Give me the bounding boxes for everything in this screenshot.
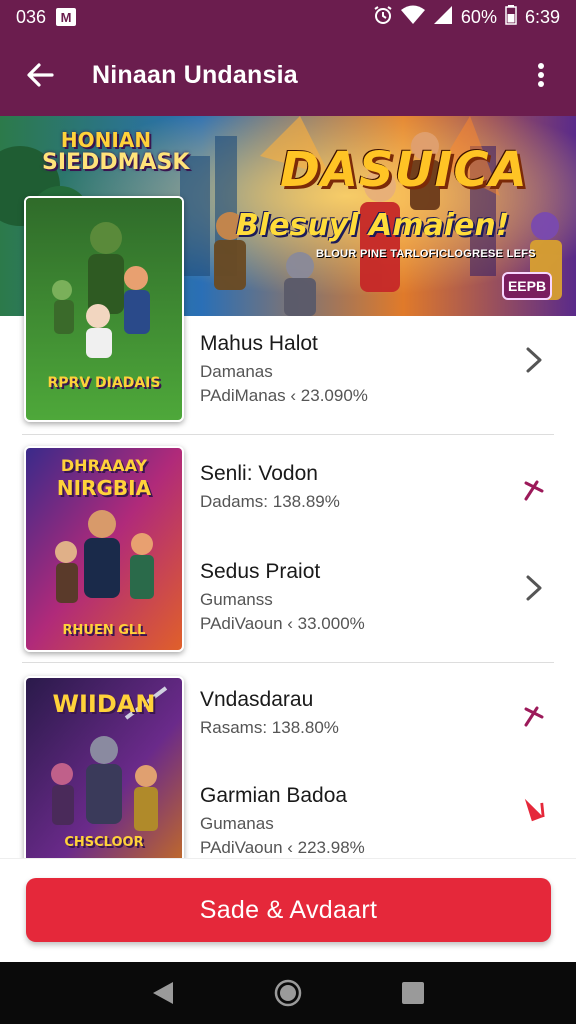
- item-meta: PAdiVaoun ‹ 33.000%: [200, 614, 365, 633]
- chevron-down-icon: [522, 474, 546, 506]
- nav-home-icon: [274, 979, 302, 1007]
- nav-recents-button[interactable]: [393, 973, 433, 1013]
- item-title: Mahus Halot: [200, 332, 318, 355]
- game-cover-2[interactable]: DHRAAAY NIRGBIA RHUEN GLL: [24, 446, 184, 652]
- system-nav-bar: [0, 962, 576, 1024]
- divider: [22, 434, 554, 435]
- list-item[interactable]: Mahus Halot Damanas PAdiManas ‹ 23.090%: [200, 332, 560, 418]
- item-subtitle: Rasams: 138.80%: [200, 718, 339, 737]
- status-time-right: 6:39: [524, 6, 560, 27]
- list-item[interactable]: Garmian Badoa Gumanas PAdiVaoun ‹ 223.98…: [200, 784, 560, 860]
- back-arrow-icon: [27, 63, 54, 87]
- primary-action-button[interactable]: Sade & Avdaart: [26, 878, 551, 942]
- item-title: Vndasdarau: [200, 688, 314, 711]
- divider: [22, 662, 554, 663]
- alarm-icon: [373, 5, 393, 30]
- item-subtitle: Gumanas: [200, 814, 274, 833]
- nav-back-icon: [152, 982, 173, 1004]
- status-time-left: 036: [16, 6, 47, 27]
- banner-logo-line2: SIEDDMASK: [42, 150, 190, 175]
- banner-logo: HONIAN SIEDDMASK: [42, 128, 190, 175]
- game-cover-3[interactable]: WIIDAN CHSCLOOR: [24, 676, 184, 860]
- app-bar: Ninaan Undansia: [0, 34, 576, 116]
- nav-back-button[interactable]: [143, 973, 183, 1013]
- more-options-button[interactable]: [526, 55, 556, 95]
- more-vert-icon: [538, 63, 544, 87]
- bottom-action-area: Sade & Avdaart: [0, 858, 576, 962]
- cover-3-title: WIIDAN: [52, 690, 156, 718]
- nav-home-button[interactable]: [268, 973, 308, 1013]
- list-item[interactable]: Senli: Vodon Dadams: 138.89%: [200, 462, 560, 548]
- item-title: Garmian Badoa: [200, 784, 348, 807]
- app-screen: 036 M 60% 6:39 Ninaan Undansia HONIAN SI…: [0, 0, 576, 1024]
- item-subtitle: Gumanss: [200, 590, 273, 609]
- banner-subtitle: Blesuyl Amaien!: [236, 208, 510, 243]
- battery-icon: [505, 4, 517, 30]
- item-subtitle: Dadams: 138.89%: [200, 492, 340, 511]
- item-meta: PAdiManas ‹ 23.090%: [200, 386, 368, 405]
- app-bar-title: Ninaan Undansia: [92, 60, 298, 89]
- game-list: Mahus Halot Damanas PAdiManas ‹ 23.090%: [0, 316, 576, 860]
- chevron-right-icon: [522, 344, 546, 376]
- battery-percent: 60%: [460, 6, 497, 27]
- chevron-down-icon: [522, 794, 546, 826]
- cover-2-footer: RHUEN GLL: [62, 623, 146, 638]
- status-bar: 036 M 60% 6:39: [0, 0, 576, 34]
- list-item[interactable]: Sedus Praiot Gumanss PAdiVaoun ‹ 33.000%: [200, 560, 560, 646]
- chevron-down-icon: [522, 700, 546, 732]
- cover-3-footer: CHSCLOOR: [64, 835, 144, 850]
- item-meta: PAdiVaoun ‹ 223.98%: [200, 838, 365, 857]
- signal-icon: [433, 5, 453, 30]
- banner-logo-line1: HONIAN: [60, 128, 152, 152]
- banner-tagline: BLOUR PINE TARLOFICLOGRESE LEFS: [316, 248, 536, 260]
- banner-title: DASUICA: [280, 142, 528, 198]
- notification-badge-icon: M: [56, 8, 77, 26]
- list-item[interactable]: Vndasdarau Rasams: 138.80%: [200, 688, 560, 774]
- item-subtitle: Damanas: [200, 362, 273, 381]
- nav-recents-icon: [402, 982, 425, 1004]
- cover-2-title-line1: DHRAAAY: [60, 456, 148, 475]
- chevron-right-icon: [522, 572, 546, 604]
- item-title: Sedus Praiot: [200, 560, 321, 583]
- banner-badge[interactable]: EEPB: [502, 272, 552, 300]
- cover-2-title-line2: NIRGBIA: [56, 476, 152, 500]
- back-button[interactable]: [20, 55, 60, 95]
- item-title: Senli: Vodon: [200, 462, 318, 485]
- wifi-icon: [400, 5, 425, 30]
